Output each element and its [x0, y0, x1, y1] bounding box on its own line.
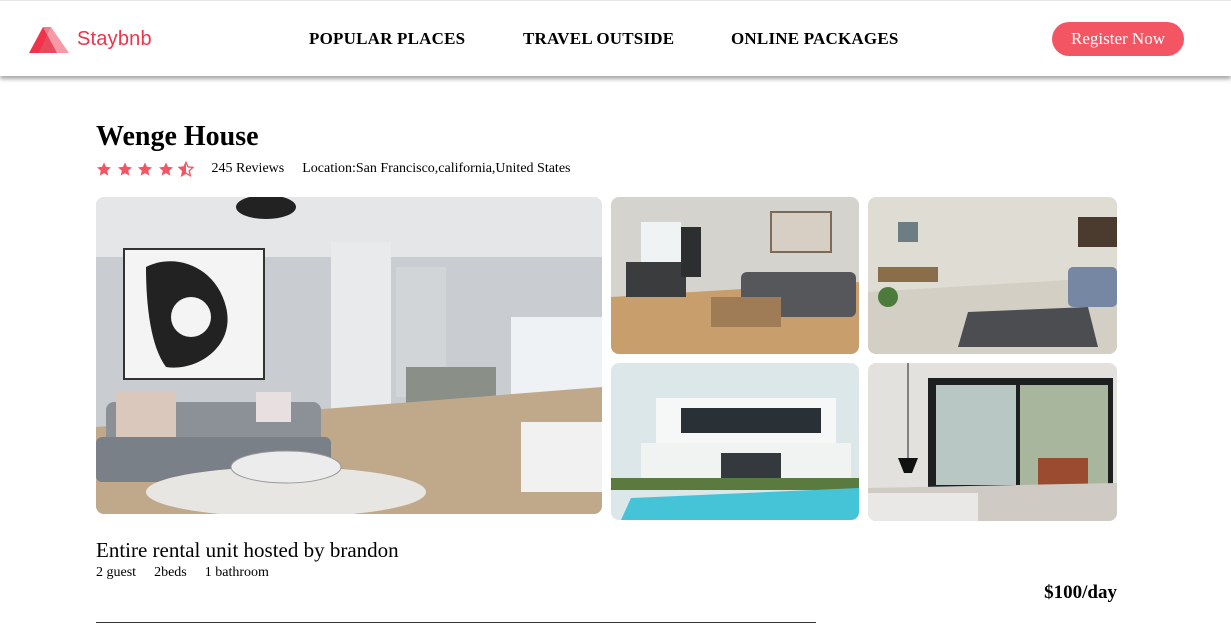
- spec-guests: 2 guest: [96, 565, 137, 580]
- photo-bedroom[interactable]: [868, 363, 1117, 521]
- photo-living-dining[interactable]: [611, 197, 859, 354]
- star-half-icon: [178, 161, 194, 177]
- star-full-icon: [138, 162, 152, 176]
- spec-bathrooms: 1 bathroom: [204, 565, 269, 580]
- brand-logo[interactable]: Staybnb: [29, 23, 152, 55]
- section-divider: [96, 622, 816, 623]
- photo-main-living-room[interactable]: [96, 197, 602, 514]
- nav-popular-places[interactable]: POPULAR PLACES: [309, 29, 465, 49]
- logo-triangle-icon: [29, 23, 69, 55]
- rating-stars: [96, 161, 199, 177]
- spec-beds: 2beds: [154, 565, 187, 580]
- star-full-icon: [158, 162, 173, 176]
- photo-lounge[interactable]: [868, 197, 1117, 354]
- listing-meta: 245 Reviews Location:San Francisco,calif…: [96, 161, 570, 177]
- star-full-icon: [97, 162, 111, 176]
- register-button[interactable]: Register Now: [1052, 22, 1184, 56]
- photo-exterior-pool[interactable]: [611, 363, 859, 520]
- nav-online-packages[interactable]: ONLINE PACKAGES: [731, 29, 899, 49]
- brand-name: Staybnb: [77, 27, 152, 50]
- price-per-day: $100/day: [1044, 582, 1117, 603]
- host-line: Entire rental unit hosted by brandon: [96, 538, 399, 562]
- star-full-icon: [117, 162, 132, 176]
- listing-specs: 2 guest 2beds 1 bathroom: [96, 565, 287, 581]
- listing-title: Wenge House: [96, 121, 259, 152]
- reviews-count[interactable]: 245 Reviews: [212, 161, 285, 177]
- nav-travel-outside[interactable]: TRAVEL OUTSIDE: [523, 29, 674, 49]
- location-text: Location:San Francisco,california,United…: [302, 161, 571, 176]
- top-navbar: Staybnb POPULAR PLACES TRAVEL OUTSIDE ON…: [0, 0, 1231, 76]
